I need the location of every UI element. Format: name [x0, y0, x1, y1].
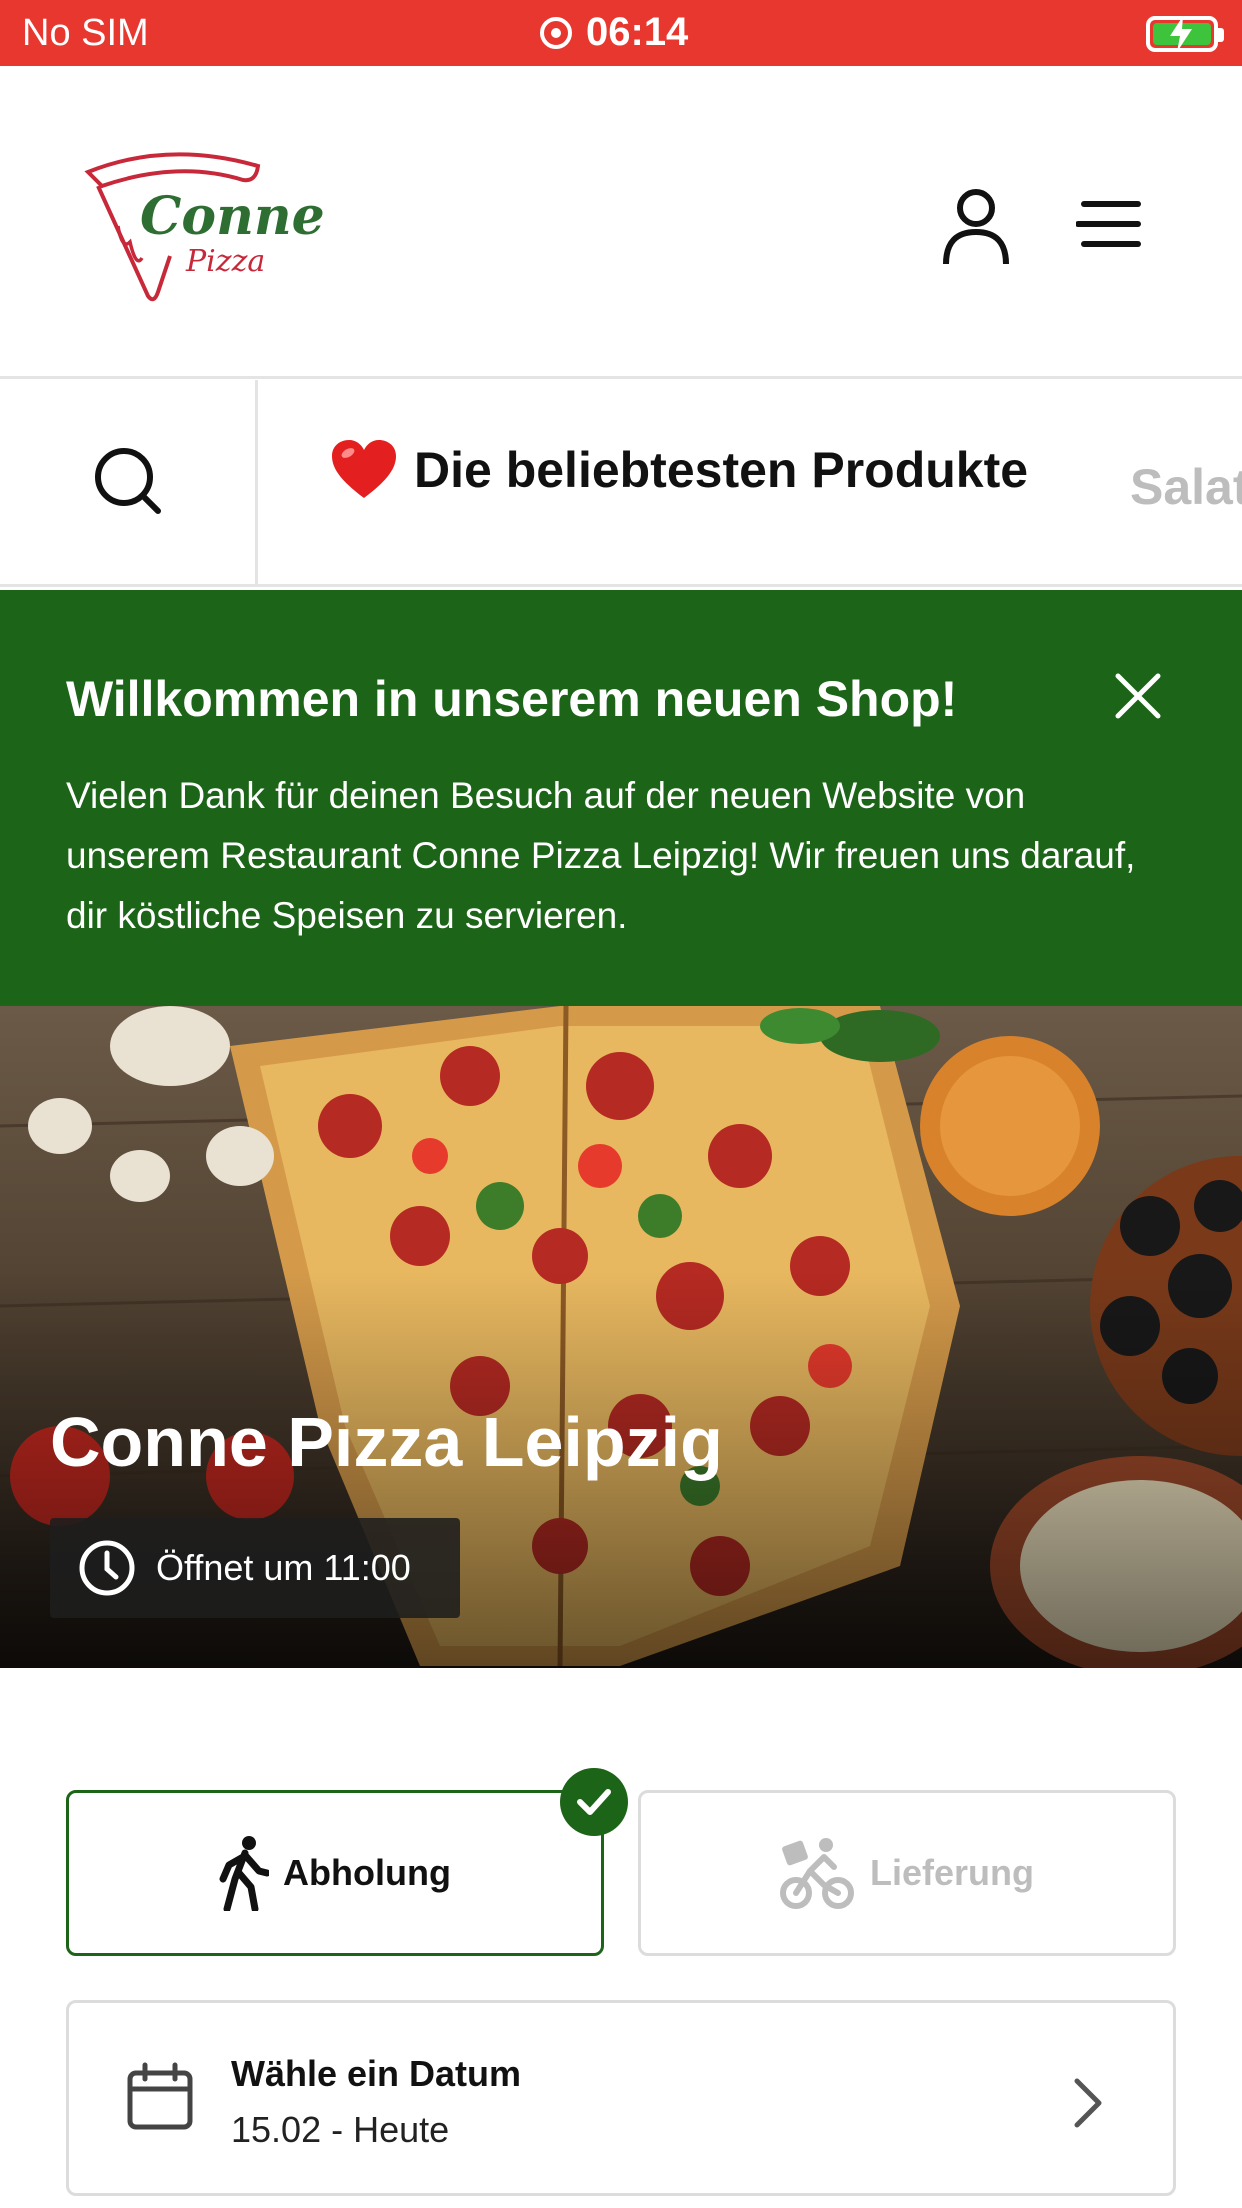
close-icon[interactable] — [1112, 670, 1164, 722]
welcome-banner: Willkommen in unserem neuen Shop! Vielen… — [0, 590, 1242, 1006]
pickup-label: Abholung — [283, 1852, 451, 1893]
category-tab-salat[interactable]: Salat — [1130, 458, 1242, 516]
logo-word-conne: Conne — [140, 186, 325, 247]
clock-icon — [79, 1540, 135, 1596]
status-time-group: 06:14 — [540, 10, 688, 55]
search-button[interactable] — [0, 380, 258, 584]
logo[interactable]: Conne Pizza — [78, 146, 325, 306]
delivery-option[interactable]: Lieferung — [638, 1790, 1176, 1956]
bicycle-courier-icon — [779, 1838, 854, 1909]
search-icon — [95, 448, 161, 514]
carrier-label: No SIM — [22, 12, 149, 54]
category-tab-label: Die beliebtesten Produkte — [414, 442, 1029, 498]
menu-icon[interactable] — [1075, 196, 1144, 252]
opening-hours-badge: Öffnet um 11:00 — [50, 1518, 460, 1618]
opening-status: Öffnet um 11:00 — [156, 1547, 411, 1588]
banner-text: Vielen Dank für deinen Besuch auf der ne… — [66, 775, 1136, 936]
user-icon[interactable] — [940, 186, 1012, 266]
selected-check-icon — [560, 1768, 628, 1836]
date-picker-value: 15.02 - Heute — [231, 2109, 450, 2150]
delivery-label: Lieferung — [869, 1852, 1034, 1893]
status-time: 06:14 — [586, 10, 689, 54]
battery-icon — [1146, 16, 1224, 52]
banner-title: Willkommen in unserem neuen Shop! — [66, 671, 958, 727]
restaurant-name: Conne Pizza Leipzig — [50, 1403, 723, 1481]
category-bar: Die beliebtesten Produkte Salat — [0, 380, 1242, 587]
calendar-icon — [127, 2062, 193, 2130]
recording-icon — [540, 16, 572, 49]
status-bar: No SIM 06:14 — [0, 0, 1242, 66]
date-picker-title: Wähle ein Datum — [231, 2053, 522, 2094]
pickup-option[interactable]: Abholung — [66, 1790, 604, 1956]
date-picker-row[interactable]: Wähle ein Datum 15.02 - Heute — [66, 2000, 1176, 2196]
hero-banner: Conne Pizza Leipzig Öffnet um 11:00 — [0, 1006, 1242, 1668]
logo-word-pizza: Pizza — [186, 244, 266, 279]
heart-icon — [332, 440, 396, 498]
chevron-right-icon — [1074, 2078, 1102, 2128]
site-header: Conne Pizza — [0, 66, 1242, 379]
category-tab-popular[interactable]: Die beliebtesten Produkte — [330, 438, 1028, 502]
walking-person-icon — [219, 1836, 270, 1911]
